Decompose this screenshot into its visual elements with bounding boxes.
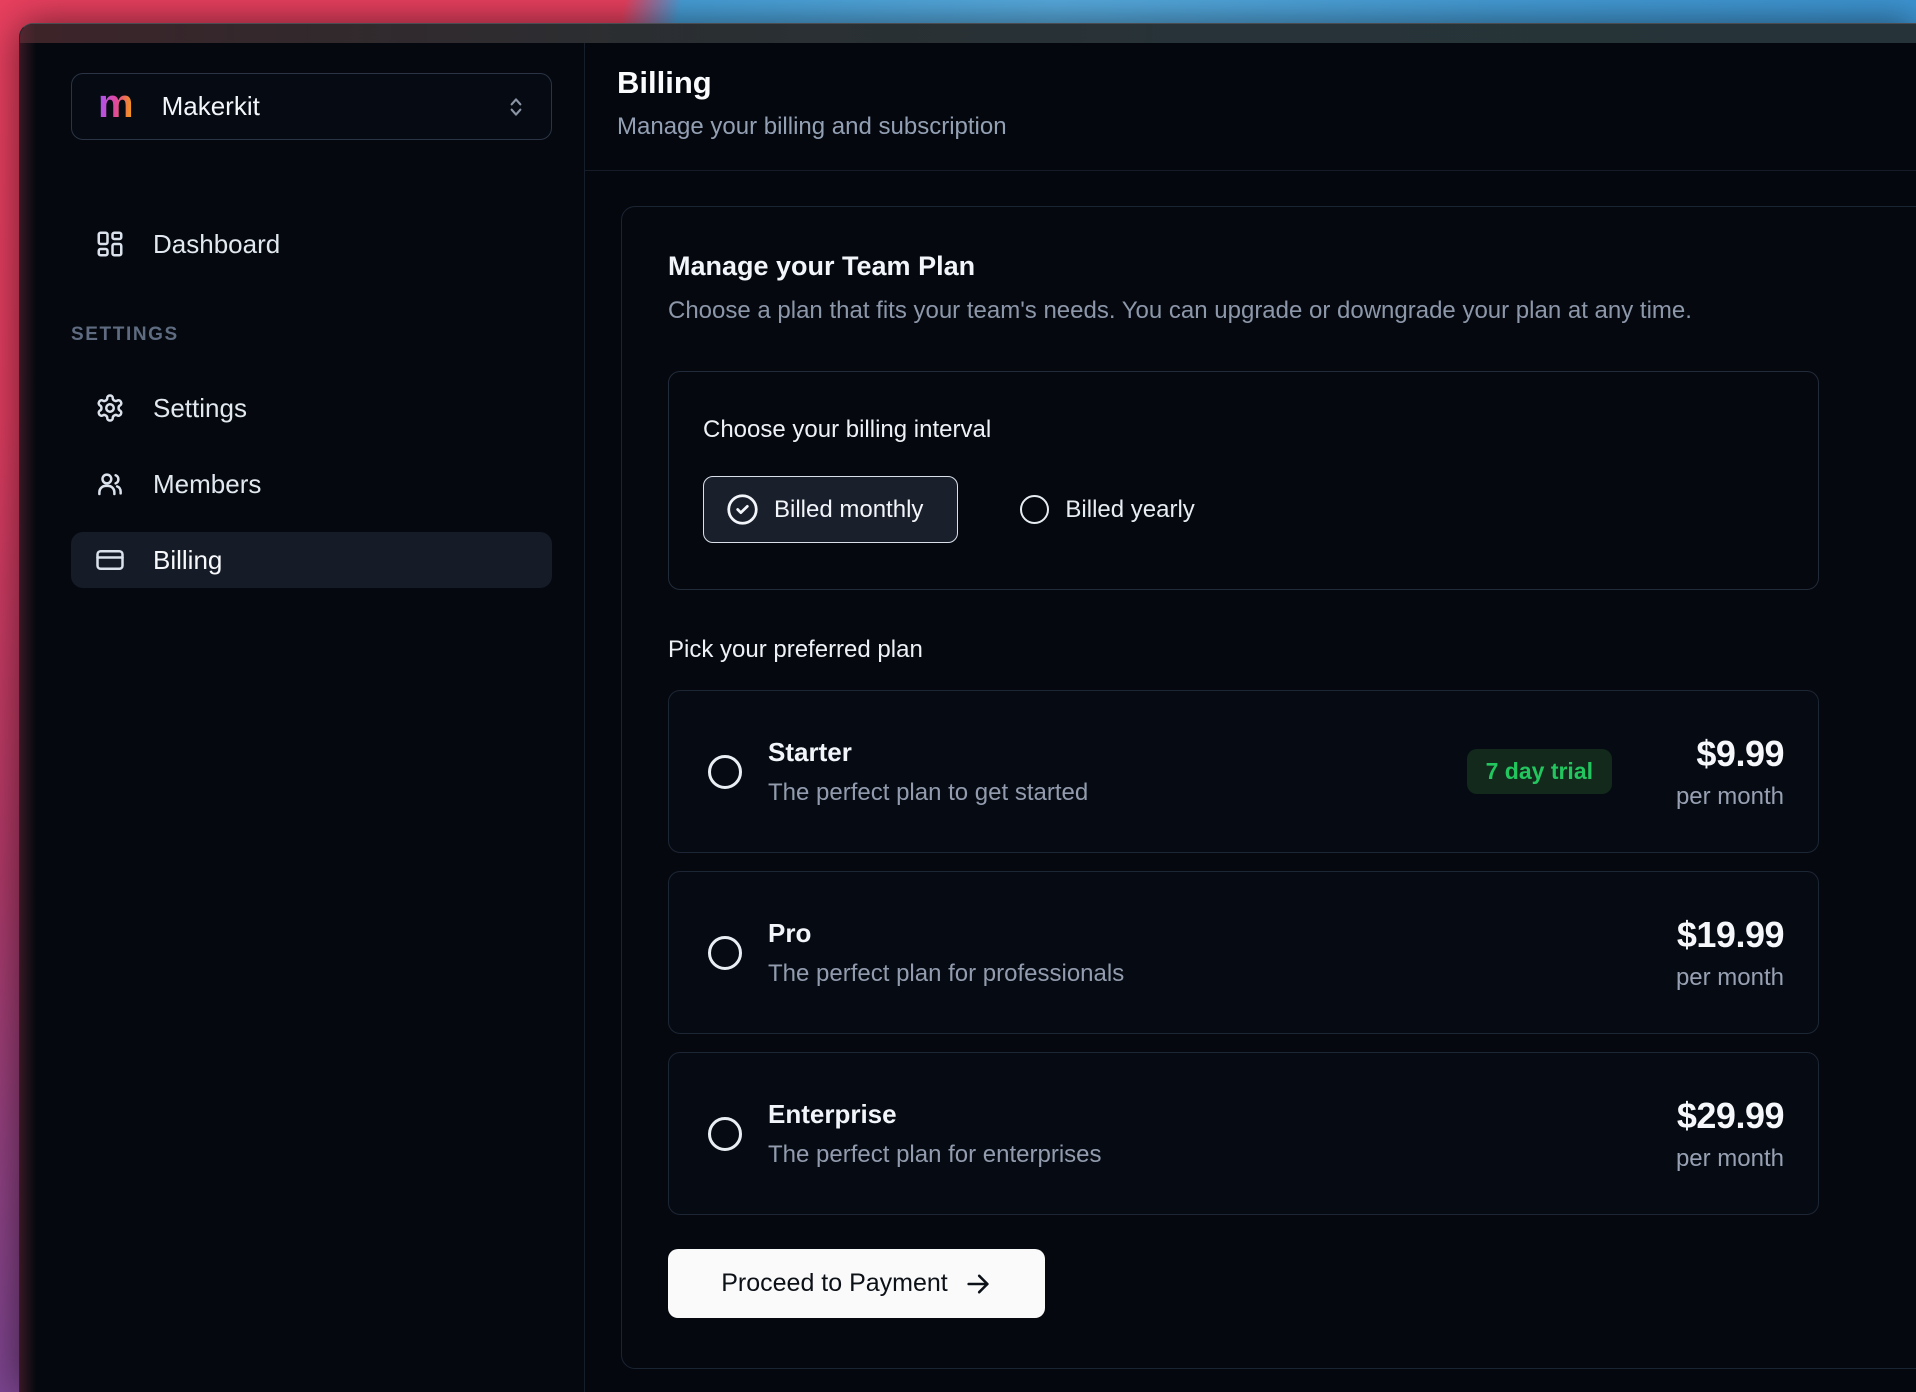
plan-price: $29.99 per month: [1634, 1095, 1784, 1173]
plan-price: $9.99 per month: [1634, 733, 1784, 811]
billing-interval-label: Choose your billing interval: [703, 416, 1778, 444]
sidebar-item-billing[interactable]: Billing: [71, 532, 552, 588]
plans-label: Pick your preferred plan: [668, 636, 1914, 664]
billed-yearly-label: Billed yearly: [1065, 496, 1194, 524]
page-header: Billing Manage your billing and subscrip…: [585, 43, 1916, 171]
plan-description: The perfect plan for enterprises: [768, 1141, 1634, 1169]
sidebar: m Makerkit Dashboard SETTINGS: [20, 43, 585, 1392]
radio-circle-icon: [1020, 495, 1049, 524]
price-period: per month: [1676, 1145, 1784, 1173]
window-titlebar: [20, 24, 1916, 43]
sidebar-item-dashboard[interactable]: Dashboard: [71, 216, 552, 272]
arrow-right-icon: [964, 1270, 992, 1298]
team-plan-description: Choose a plan that fits your team's need…: [668, 297, 1914, 325]
page-subtitle: Manage your billing and subscription: [617, 113, 1916, 141]
plan-description: The perfect plan to get started: [768, 779, 1467, 807]
billed-monthly-label: Billed monthly: [774, 496, 923, 524]
plan-radio-enterprise[interactable]: [708, 1117, 742, 1151]
sidebar-item-members[interactable]: Members: [71, 456, 552, 512]
sidebar-item-settings[interactable]: Settings: [71, 380, 552, 436]
price-amount: $29.99: [1677, 1095, 1784, 1137]
page-title: Billing: [617, 65, 1916, 101]
sidebar-nav: Dashboard SETTINGS Settings Members: [71, 216, 552, 588]
team-plan-card: Manage your Team Plan Choose a plan that…: [621, 206, 1916, 1369]
price-amount: $19.99: [1677, 914, 1784, 956]
sidebar-item-label: Billing: [153, 545, 222, 576]
plan-info: Pro The perfect plan for professionals: [768, 918, 1634, 988]
plan-name: Pro: [768, 918, 1634, 949]
plan-name: Starter: [768, 737, 1467, 768]
chevrons-up-down-icon: [503, 94, 529, 120]
trial-badge: 7 day trial: [1467, 749, 1612, 794]
plan-card-pro[interactable]: Pro The perfect plan for professionals $…: [668, 871, 1819, 1034]
plan-radio-starter[interactable]: [708, 755, 742, 789]
main-content: Billing Manage your billing and subscrip…: [585, 43, 1916, 1392]
price-amount: $9.99: [1696, 733, 1784, 775]
plan-name: Enterprise: [768, 1099, 1634, 1130]
users-icon: [95, 469, 125, 499]
team-plan-title: Manage your Team Plan: [668, 251, 1914, 282]
plan-info: Enterprise The perfect plan for enterpri…: [768, 1099, 1634, 1169]
layout-dashboard-icon: [95, 229, 125, 259]
price-period: per month: [1676, 964, 1784, 992]
plan-card-starter[interactable]: Starter The perfect plan to get started …: [668, 690, 1819, 853]
app-root: m Makerkit Dashboard SETTINGS: [20, 43, 1916, 1392]
price-period: per month: [1676, 783, 1784, 811]
sidebar-item-label: Members: [153, 469, 261, 500]
workspace-selector[interactable]: m Makerkit: [71, 73, 552, 140]
workspace-name: Makerkit: [162, 91, 503, 122]
plan-list: Starter The perfect plan to get started …: [668, 690, 1819, 1215]
circle-check-icon: [726, 493, 759, 526]
makerkit-logo-icon: m: [98, 84, 134, 124]
billed-monthly-option[interactable]: Billed monthly: [703, 476, 958, 543]
proceed-to-payment-button[interactable]: Proceed to Payment: [668, 1249, 1045, 1318]
plan-info: Starter The perfect plan to get started: [768, 737, 1467, 807]
billing-interval-box: Choose your billing interval Billed mont…: [668, 371, 1819, 590]
sidebar-section-settings-label: SETTINGS: [71, 324, 552, 346]
plan-card-enterprise[interactable]: Enterprise The perfect plan for enterpri…: [668, 1052, 1819, 1215]
credit-card-icon: [95, 545, 125, 575]
plan-description: The perfect plan for professionals: [768, 960, 1634, 988]
billing-interval-options: Billed monthly Billed yearly: [703, 476, 1778, 543]
gear-icon: [95, 393, 125, 423]
billed-yearly-option[interactable]: Billed yearly: [1020, 495, 1194, 524]
sidebar-item-label: Dashboard: [153, 229, 280, 260]
plan-radio-pro[interactable]: [708, 936, 742, 970]
app-window: m Makerkit Dashboard SETTINGS: [19, 23, 1916, 1392]
proceed-to-payment-label: Proceed to Payment: [721, 1269, 948, 1298]
sidebar-item-label: Settings: [153, 393, 247, 424]
plan-price: $19.99 per month: [1634, 914, 1784, 992]
